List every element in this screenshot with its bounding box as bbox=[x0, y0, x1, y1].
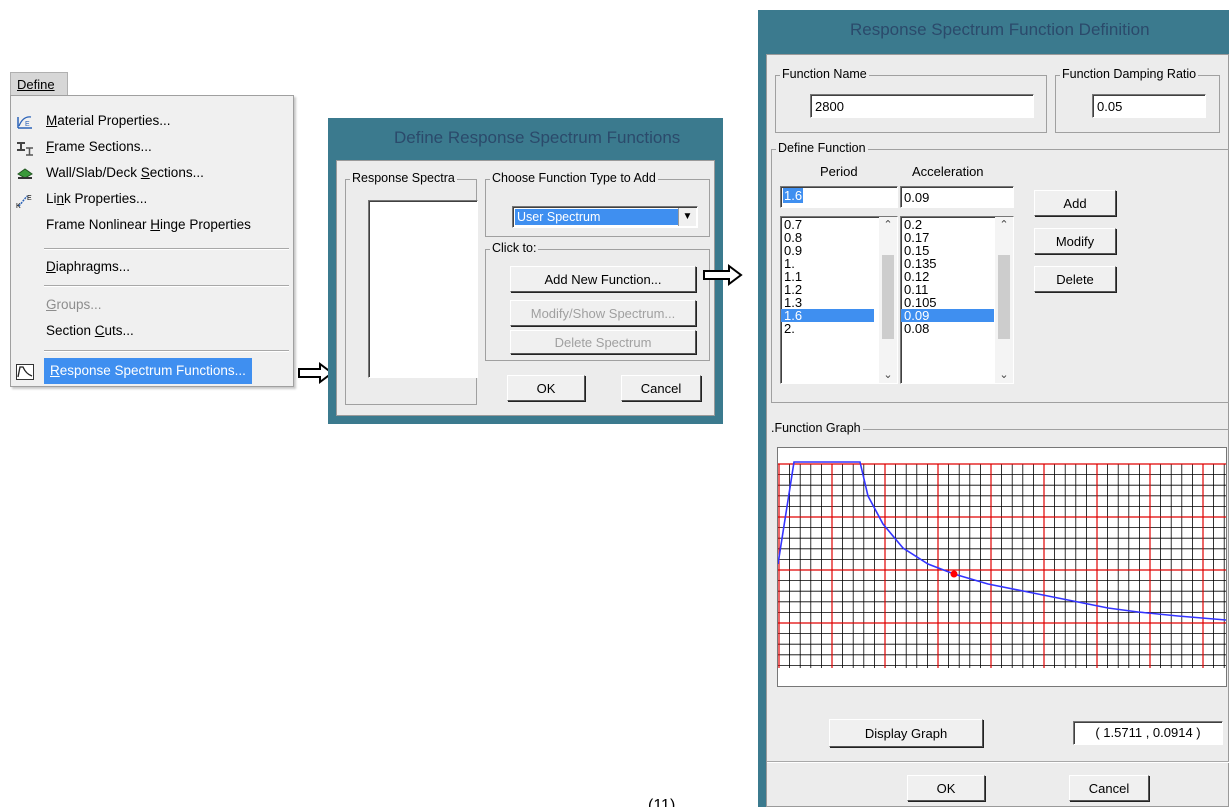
menu-separator bbox=[44, 248, 289, 250]
ok-button[interactable]: OK bbox=[907, 775, 985, 801]
delete-spectrum-button[interactable]: Delete Spectrum bbox=[510, 330, 696, 354]
click-to-label: Click to: bbox=[490, 241, 539, 255]
menu-separator bbox=[44, 350, 289, 352]
menu-item-label: Material Properties... bbox=[46, 113, 171, 128]
damping-ratio-input[interactable] bbox=[1092, 94, 1206, 118]
dialog-title: Define Response Spectrum Functions bbox=[394, 128, 681, 147]
function-graph-panel bbox=[777, 447, 1227, 687]
period-input-value: 1.6 bbox=[783, 188, 804, 203]
delete-button[interactable]: Delete bbox=[1034, 266, 1116, 292]
modify-button[interactable]: Modify bbox=[1034, 228, 1116, 254]
period-scrollbar[interactable]: ⌃ ⌄ bbox=[879, 217, 897, 383]
footer-separator bbox=[767, 761, 1229, 763]
list-item[interactable]: 1.6 bbox=[781, 309, 874, 322]
menu-item-label: Diaphragms... bbox=[46, 259, 131, 274]
menu-item[interactable]: Frame Sections... bbox=[11, 134, 293, 160]
menu-item-label: Wall/Slab/Deck Sections... bbox=[46, 165, 204, 180]
scroll-down-icon[interactable]: ⌄ bbox=[879, 367, 897, 383]
wall-slab-icon bbox=[16, 165, 34, 181]
cancel-button[interactable]: Cancel bbox=[621, 375, 701, 401]
spectrum-graph bbox=[778, 461, 1226, 668]
acceleration-scrollbar[interactable]: ⌃ ⌄ bbox=[995, 217, 1013, 383]
define-function-label: Define Function bbox=[776, 141, 868, 155]
period-list[interactable]: 0.7 0.8 0.9 1. 1.1 1.2 1.3 1.6 2. ⌃ ⌄ bbox=[780, 216, 898, 384]
function-type-label: Choose Function Type to Add bbox=[490, 171, 658, 185]
response-spectra-label: Response Spectra bbox=[350, 171, 457, 185]
click-to-group: Click to: Add New Function... Modify/Sho… bbox=[485, 241, 710, 361]
scroll-up-icon[interactable]: ⌃ bbox=[879, 217, 897, 233]
response-spectra-group: Response Spectra bbox=[345, 171, 478, 405]
define-menu-label: Define bbox=[17, 77, 55, 92]
material-icon: E bbox=[16, 113, 34, 129]
svg-text:E: E bbox=[27, 195, 32, 202]
scroll-up-icon[interactable]: ⌃ bbox=[995, 217, 1013, 233]
menu-item[interactable]: E Material Properties... bbox=[11, 108, 293, 134]
ok-button[interactable]: OK bbox=[507, 375, 585, 401]
cancel-button[interactable]: Cancel bbox=[1069, 775, 1149, 801]
acceleration-header: Acceleration bbox=[912, 164, 984, 179]
modify-show-spectrum-button[interactable]: Modify/Show Spectrum... bbox=[510, 300, 696, 326]
cursor-coordinates-display: ( 1.5711 , 0.0914 ) bbox=[1073, 721, 1223, 745]
menu-item-label: Section Cuts... bbox=[46, 323, 134, 338]
add-button[interactable]: Add bbox=[1034, 190, 1116, 216]
define-response-spectrum-dialog: Define Response Spectrum Functions Respo… bbox=[328, 118, 723, 424]
function-name-label: Function Name bbox=[780, 67, 869, 81]
response-spectra-list[interactable] bbox=[368, 200, 478, 378]
menu-item[interactable]: Response Spectrum Functions... bbox=[11, 358, 293, 384]
menu-item[interactable]: Wall/Slab/Deck Sections... bbox=[11, 160, 293, 186]
menu-item[interactable]: K E Link Properties... bbox=[11, 186, 293, 212]
dialog-title: Response Spectrum Function Definition bbox=[850, 20, 1150, 39]
define-function-group: Define Function Period Acceleration 1.6 … bbox=[771, 141, 1229, 403]
acceleration-list[interactable]: 0.2 0.17 0.15 0.135 0.12 0.11 0.105 0.09 0.08 ⌃ … bbox=[900, 216, 1014, 384]
menu-item-label: Groups... bbox=[46, 297, 102, 312]
scroll-thumb[interactable] bbox=[998, 255, 1010, 339]
dropdown-arrow-icon[interactable]: ▼ bbox=[678, 208, 696, 226]
scroll-down-icon[interactable]: ⌄ bbox=[995, 367, 1013, 383]
scroll-thumb[interactable] bbox=[882, 255, 894, 339]
link-icon: KE bbox=[16, 191, 34, 210]
function-type-select[interactable]: User Spectrum ▼ bbox=[512, 206, 698, 228]
menu-item[interactable]: Diaphragms... bbox=[11, 254, 293, 280]
display-graph-button[interactable]: Display Graph bbox=[829, 719, 983, 747]
function-name-group: Function Name bbox=[775, 67, 1047, 133]
function-name-input[interactable] bbox=[810, 94, 1034, 118]
frame-section-icon bbox=[16, 139, 34, 156]
menu-item-label: Frame Sections... bbox=[46, 139, 152, 154]
acceleration-input[interactable] bbox=[900, 186, 1014, 208]
menu-item-label: Link Properties... bbox=[46, 191, 148, 206]
add-new-function-button[interactable]: Add New Function... bbox=[510, 266, 696, 292]
menu-separator bbox=[44, 285, 289, 287]
function-type-value: User Spectrum bbox=[515, 209, 679, 225]
flow-arrow-icon bbox=[703, 264, 743, 286]
menu-item[interactable]: Section Cuts... bbox=[11, 318, 293, 344]
response-spectrum-icon bbox=[16, 363, 34, 380]
menu-item-label: Frame Nonlinear Hinge Properties bbox=[46, 217, 251, 232]
define-dropdown-menu: E Material Properties... Frame Sections...… bbox=[10, 95, 294, 387]
function-graph-label: .Function Graph bbox=[769, 421, 863, 435]
response-spectrum-function-definition-dialog: Response Spectrum Function Definition Fu… bbox=[758, 10, 1229, 807]
damping-ratio-label: Function Damping Ratio bbox=[1060, 67, 1199, 81]
damping-ratio-group: Function Damping Ratio bbox=[1055, 67, 1220, 133]
period-input[interactable]: 1.6 bbox=[780, 186, 898, 208]
svg-text:K: K bbox=[16, 203, 21, 208]
menu-item[interactable]: Frame Nonlinear Hinge Properties bbox=[11, 212, 293, 238]
function-type-group: Choose Function Type to Add User Spectru… bbox=[485, 171, 710, 237]
menu-item[interactable]: Groups... bbox=[11, 292, 293, 318]
menu-item-label: Response Spectrum Functions... bbox=[44, 358, 252, 384]
svg-text:E: E bbox=[25, 121, 30, 128]
period-header: Period bbox=[820, 164, 858, 179]
selected-point-marker bbox=[950, 570, 958, 578]
figure-caption: (11) bbox=[648, 797, 676, 807]
